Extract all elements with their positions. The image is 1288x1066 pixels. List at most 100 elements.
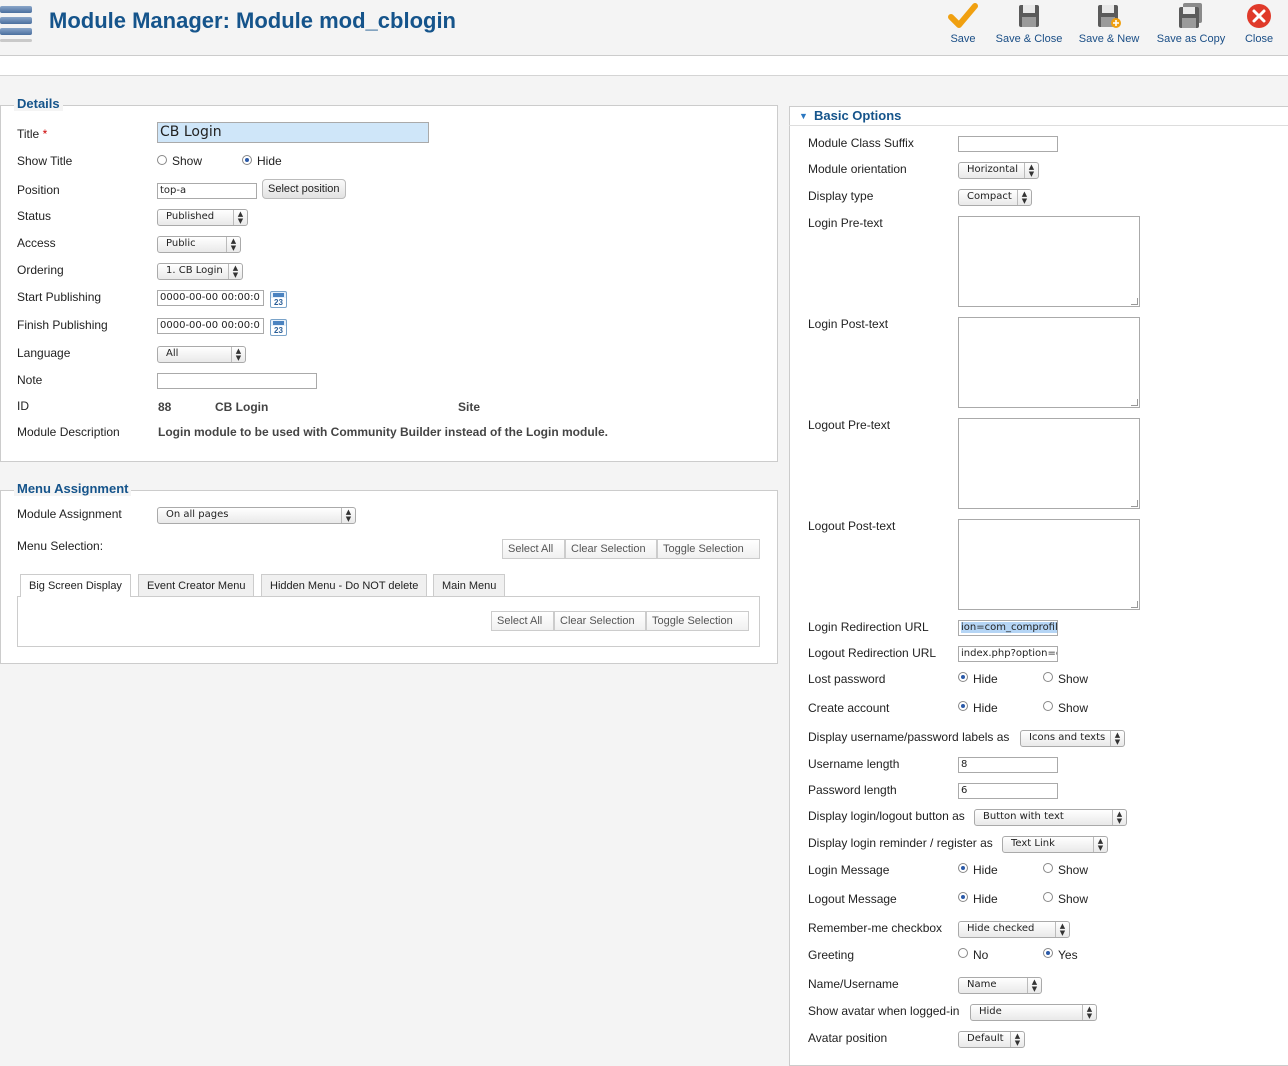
- show-title-show-radio[interactable]: [157, 155, 167, 165]
- language-label: Language: [17, 346, 71, 360]
- logout-posttext-textarea[interactable]: [958, 519, 1140, 610]
- login-posttext-label: Login Post-text: [808, 317, 889, 331]
- name-username-select[interactable]: Name ▲ ▼: [958, 977, 1042, 994]
- login-message-show-label: Show: [1058, 863, 1089, 877]
- avatar-position-select[interactable]: Default ▲ ▼: [958, 1031, 1025, 1048]
- module-orientation-select[interactable]: Horizontal ▲ ▼: [958, 162, 1039, 179]
- lost-password-hide-label: Hide: [973, 672, 998, 686]
- greeting-no-label: No: [973, 948, 989, 962]
- display-reminder-select[interactable]: Text Link ▲ ▼: [1002, 836, 1108, 853]
- username-length-input[interactable]: 8: [958, 757, 1058, 773]
- password-length-input[interactable]: 6: [958, 783, 1058, 799]
- tab-main-menu[interactable]: Main Menu: [433, 574, 506, 596]
- remember-me-select[interactable]: Hide checked ▲ ▼: [958, 921, 1070, 938]
- greeting-label: Greeting: [808, 948, 855, 962]
- calendar-icon[interactable]: 23: [270, 319, 287, 336]
- name-username-label: Name/Username: [808, 977, 899, 991]
- details-legend: Details: [14, 96, 63, 111]
- create-account-show-label: Show: [1058, 701, 1089, 715]
- create-account-label: Create account: [808, 701, 890, 715]
- display-type-select[interactable]: Compact ▲ ▼: [958, 189, 1032, 206]
- select-position-button[interactable]: Select position: [262, 179, 346, 199]
- password-length-label: Password length: [808, 783, 897, 797]
- position-label: Position: [17, 183, 60, 197]
- menu-selection-label: Menu Selection:: [17, 539, 104, 553]
- status-select[interactable]: Published ▲ ▼: [157, 209, 248, 226]
- ordering-select[interactable]: 1. CB Login ▲ ▼: [157, 263, 243, 280]
- login-message-show-radio[interactable]: [1043, 863, 1053, 873]
- start-publishing-input[interactable]: 0000-00-00 00:00:0: [157, 290, 264, 306]
- ordering-label: Ordering: [17, 263, 64, 277]
- clear-selection-button[interactable]: Clear Selection: [554, 611, 646, 631]
- display-button-select[interactable]: Button with text ▲ ▼: [974, 809, 1127, 826]
- toggle-selection-button[interactable]: Toggle Selection: [646, 611, 749, 631]
- position-input[interactable]: top-a: [157, 183, 257, 199]
- floppy-disk-copy-icon: [1179, 3, 1202, 28]
- toolbar-header: Module Manager: Module mod_cblogin Save …: [0, 0, 1288, 56]
- logout-message-label: Logout Message: [808, 892, 897, 906]
- note-input[interactable]: [157, 373, 317, 389]
- login-message-label: Login Message: [808, 863, 890, 877]
- logout-redirection-input[interactable]: index.php?option=c: [958, 646, 1058, 662]
- login-posttext-textarea[interactable]: [958, 317, 1140, 408]
- basic-options-legend: Basic Options: [814, 108, 902, 123]
- tab-hidden-menu[interactable]: Hidden Menu - Do NOT delete: [261, 574, 428, 596]
- lost-password-label: Lost password: [808, 672, 886, 686]
- calendar-icon[interactable]: 23: [270, 291, 287, 308]
- save-close-button[interactable]: Save & Close: [995, 2, 1063, 45]
- close-button[interactable]: Close: [1242, 2, 1276, 45]
- title-label: Title *: [17, 127, 48, 141]
- toggle-selection-button[interactable]: Toggle Selection: [657, 539, 760, 559]
- clear-selection-button[interactable]: Clear Selection: [565, 539, 657, 559]
- display-type-label: Display type: [808, 189, 874, 203]
- show-avatar-select[interactable]: Hide ▲ ▼: [970, 1004, 1097, 1021]
- save-new-button[interactable]: Save & New: [1078, 2, 1140, 45]
- start-publishing-label: Start Publishing: [17, 290, 102, 304]
- menu-assignment-legend: Menu Assignment: [14, 481, 132, 496]
- tab-big-screen-display[interactable]: Big Screen Display: [20, 574, 131, 597]
- create-account-show-radio[interactable]: [1043, 701, 1053, 711]
- note-label: Note: [17, 373, 43, 387]
- avatar-position-label: Avatar position: [808, 1031, 888, 1045]
- finish-publishing-label: Finish Publishing: [17, 318, 108, 332]
- lost-password-show-radio[interactable]: [1043, 672, 1053, 682]
- tab-event-creator-menu[interactable]: Event Creator Menu: [138, 574, 255, 596]
- lost-password-hide-radio[interactable]: [958, 672, 968, 682]
- module-manager-icon: [0, 4, 34, 44]
- logout-message-show-label: Show: [1058, 892, 1089, 906]
- save-button[interactable]: Save: [947, 2, 979, 45]
- access-select[interactable]: Public ▲ ▼: [157, 236, 241, 253]
- login-pretext-label: Login Pre-text: [808, 216, 883, 230]
- login-message-hide-radio[interactable]: [958, 863, 968, 873]
- select-all-button[interactable]: Select All: [491, 611, 554, 631]
- id-value: 88: [158, 400, 172, 414]
- module-description-label: Module Description: [17, 425, 120, 439]
- login-redirection-label: Login Redirection URL: [808, 620, 929, 634]
- logout-pretext-textarea[interactable]: [958, 418, 1140, 509]
- login-message-hide-label: Hide: [973, 863, 998, 877]
- create-account-hide-radio[interactable]: [958, 701, 968, 711]
- greeting-yes-radio[interactable]: [1043, 948, 1053, 958]
- logout-message-hide-radio[interactable]: [958, 892, 968, 902]
- expand-triangle-icon[interactable]: ▼: [799, 111, 808, 121]
- module-assignment-select[interactable]: On all pages ▲ ▼: [157, 507, 356, 524]
- logout-message-show-radio[interactable]: [1043, 892, 1053, 902]
- greeting-no-radio[interactable]: [958, 948, 968, 958]
- language-select[interactable]: All ▲ ▼: [157, 346, 246, 363]
- module-class-suffix-input[interactable]: [958, 136, 1058, 152]
- select-all-button[interactable]: Select All: [502, 539, 565, 559]
- show-title-hide-radio[interactable]: [242, 155, 252, 165]
- page-title: Module Manager: Module mod_cblogin: [49, 8, 456, 33]
- lost-password-show-label: Show: [1058, 672, 1089, 686]
- title-input[interactable]: CB Login: [157, 122, 429, 143]
- module-assignment-label: Module Assignment: [17, 507, 122, 521]
- display-button-label: Display login/logout button as: [808, 809, 965, 823]
- show-title-hide-label: Hide: [257, 154, 282, 168]
- id-label: ID: [17, 399, 29, 413]
- finish-publishing-input[interactable]: 0000-00-00 00:00:0: [157, 318, 264, 334]
- greeting-yes-label: Yes: [1058, 948, 1078, 962]
- save-as-copy-button[interactable]: Save as Copy: [1155, 2, 1227, 45]
- display-labels-select[interactable]: Icons and texts ▲ ▼: [1020, 730, 1125, 747]
- login-pretext-textarea[interactable]: [958, 216, 1140, 307]
- login-redirection-input[interactable]: ion=com_comprofil: [958, 620, 1058, 636]
